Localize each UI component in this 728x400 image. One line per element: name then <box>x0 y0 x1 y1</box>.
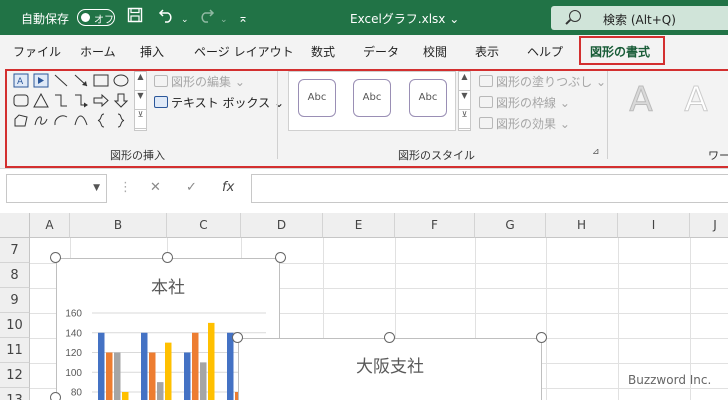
customize-qat-icon[interactable]: ⌅ <box>238 8 248 28</box>
tab-data[interactable]: データ <box>363 43 399 60</box>
resize-handle[interactable] <box>50 392 61 400</box>
y-tick-label: 140 <box>65 328 82 339</box>
chart-bar[interactable] <box>227 332 234 400</box>
search-input[interactable]: 検索 (Alt+Q) <box>551 6 728 30</box>
row-header[interactable]: 8 <box>0 263 30 288</box>
resize-handle[interactable] <box>275 252 286 263</box>
chart-osaka[interactable]: 大阪支社 <box>238 338 542 400</box>
y-tick-label: 160 <box>65 309 82 320</box>
y-tick-label: 80 <box>71 388 83 399</box>
row-header[interactable]: 11 <box>0 338 30 363</box>
resize-handle[interactable] <box>50 252 61 263</box>
chart-bar[interactable] <box>149 352 156 400</box>
column-header[interactable]: I <box>618 213 690 238</box>
chart-bar[interactable] <box>200 362 207 400</box>
resize-handle[interactable] <box>384 332 395 343</box>
chart-bar[interactable] <box>106 352 113 400</box>
column-header[interactable]: F <box>395 213 475 238</box>
document-title[interactable]: Excelグラフ.xlsx ⌄ <box>350 10 459 27</box>
insert-function-button[interactable]: fx <box>222 180 234 195</box>
y-tick-label: 100 <box>65 368 82 379</box>
chart-bar[interactable] <box>157 382 164 400</box>
title-caret-icon: ⌄ <box>449 12 460 26</box>
save-icon[interactable] <box>127 7 143 28</box>
tab-insert[interactable]: 挿入 <box>140 43 164 60</box>
redo-dropdown-icon[interactable]: ⌄ <box>220 10 228 30</box>
cancel-icon[interactable]: ✕ <box>150 180 161 195</box>
name-box-dropdown-icon[interactable]: ▼ <box>93 183 100 193</box>
tab-highlight-box <box>579 36 665 65</box>
tab-home[interactable]: ホーム <box>80 43 116 60</box>
resize-handle[interactable] <box>232 332 243 343</box>
undo-dropdown-icon[interactable]: ⌄ <box>181 10 189 30</box>
column-header[interactable]: E <box>323 213 395 238</box>
toggle-knob <box>81 13 90 22</box>
row-header[interactable]: 7 <box>0 238 30 263</box>
select-all-corner[interactable] <box>0 213 30 238</box>
column-header[interactable]: A <box>30 213 70 238</box>
formula-bar: ▼ ⋮ ✕ ✓ fx <box>0 169 728 213</box>
row-header[interactable]: 10 <box>0 313 30 338</box>
tab-help[interactable]: ヘルプ <box>527 43 563 60</box>
column-header[interactable]: H <box>546 213 618 238</box>
autosave-state: オフ <box>94 15 114 26</box>
chart-title[interactable]: 大阪支社 <box>239 352 541 377</box>
name-box[interactable]: ▼ <box>6 174 107 203</box>
enter-icon[interactable]: ✓ <box>186 180 197 195</box>
tab-page-layout[interactable]: ページ レイアウト <box>194 43 294 60</box>
column-header[interactable]: B <box>70 213 167 238</box>
chart-bar[interactable] <box>98 332 105 400</box>
title-bar: 自動保存 オフ ⌄ ⌄ ⌅ Excelグラフ.xlsx ⌄ 検索 (Alt+Q) <box>0 0 728 35</box>
redo-icon[interactable] <box>197 7 215 28</box>
column-header[interactable]: J <box>690 213 728 238</box>
chart-bar[interactable] <box>165 342 172 400</box>
column-gridline <box>546 238 547 400</box>
tab-file[interactable]: ファイル <box>13 43 61 60</box>
chart-bar[interactable] <box>184 352 191 400</box>
chart-title[interactable]: 本社 <box>57 273 279 298</box>
chart-bar[interactable] <box>141 332 148 400</box>
undo-icon[interactable] <box>158 7 176 28</box>
row-header[interactable]: 13 <box>0 388 30 400</box>
search-icon <box>569 10 581 22</box>
autosave-toggle[interactable]: オフ <box>77 9 115 26</box>
tab-formulas[interactable]: 数式 <box>311 43 335 60</box>
row-header[interactable]: 12 <box>0 363 30 388</box>
tab-view[interactable]: 表示 <box>475 43 499 60</box>
search-placeholder: 検索 (Alt+Q) <box>603 13 676 27</box>
column-header[interactable]: D <box>241 213 323 238</box>
resize-handle[interactable] <box>162 252 173 263</box>
formula-bar-grip: ⋮ <box>119 180 132 195</box>
y-tick-label: 120 <box>65 348 82 359</box>
watermark: Buzzword Inc. <box>628 373 712 387</box>
chart-bar[interactable] <box>114 352 121 400</box>
tab-review[interactable]: 校閲 <box>423 43 447 60</box>
row-header[interactable]: 9 <box>0 288 30 313</box>
formula-input[interactable] <box>251 174 728 203</box>
column-header[interactable]: G <box>475 213 546 238</box>
chart-bar[interactable] <box>122 392 129 400</box>
ribbon-highlight-box <box>5 69 728 168</box>
chart-bar[interactable] <box>192 332 199 400</box>
resize-handle[interactable] <box>536 332 547 343</box>
column-header[interactable]: C <box>167 213 241 238</box>
autosave-label: 自動保存 <box>21 12 70 26</box>
chart-bar[interactable] <box>208 322 215 400</box>
column-gridline <box>618 238 619 400</box>
